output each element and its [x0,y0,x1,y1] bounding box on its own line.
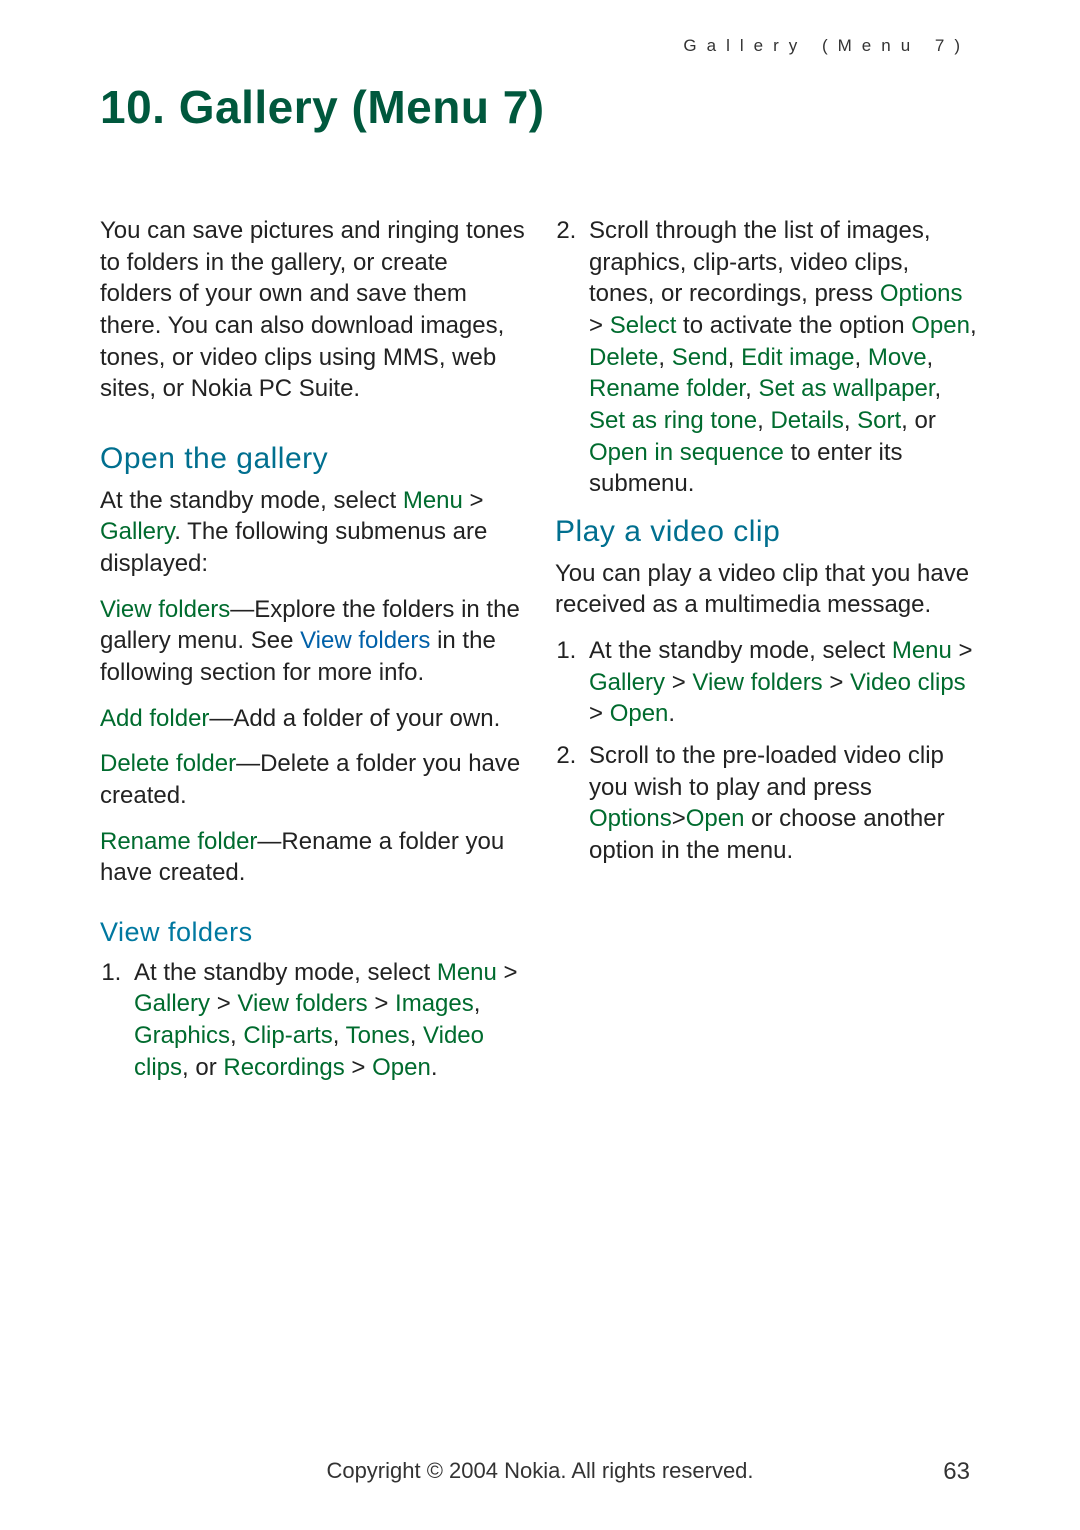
menu-option: Open [911,312,970,339]
label-rename-folder: Rename folder [100,828,257,855]
menu-option: Options [589,805,672,832]
play-video-intro: You can play a video clip that you have … [555,558,980,621]
text: , or [901,407,936,434]
text: , [745,375,758,402]
list-item: At the standby mode, select Menu > Galle… [583,635,980,730]
label-add-folder: Add folder [100,705,209,732]
menu-option: Set as ring tone [589,407,757,434]
text: , [658,344,671,371]
list-item: Scroll to the pre-loaded video clip you … [583,740,980,867]
text: , [935,375,942,402]
menu-path: View folders [237,990,367,1017]
link-view-folders[interactable]: View folders [300,627,430,654]
menu-option: Select [610,312,677,339]
menu-option: Set as wallpaper [758,375,934,402]
text: At the standby mode, select [134,959,437,986]
menu-option: Rename folder [589,375,745,402]
view-folders-steps: At the standby mode, select Menu > Galle… [100,957,525,1084]
menu-path: Gallery [589,669,665,696]
menu-option: Tones [346,1022,410,1049]
text: , [333,1022,346,1049]
text: > [210,990,237,1017]
text: . [668,700,675,727]
text: , [728,344,741,371]
menu-option: Clip-arts [243,1022,332,1049]
chapter-title: 10. Gallery (Menu 7) [100,80,545,134]
submenu-add-folder: Add folder—Add a folder of your own. [100,703,525,735]
text: . [431,1054,438,1081]
menu-option: Open [686,805,745,832]
heading-play-video: Play a video clip [555,512,980,552]
view-folders-steps-cont: Scroll through the list of images, graph… [555,215,980,500]
menu-option: Edit image [741,344,854,371]
menu-option: Move [868,344,927,371]
text: > [368,990,395,1017]
text: > [672,805,686,832]
text: , or [182,1054,223,1081]
text: At the standby mode, select [100,487,403,514]
running-header: Gallery (Menu 7) [683,36,970,56]
page-number: 63 [943,1458,970,1486]
menu-path: Menu [892,637,952,664]
menu-option: Sort [857,407,901,434]
menu-option: Send [672,344,728,371]
text: Scroll to the pre-loaded video clip you … [589,742,944,801]
menu-option: Open [372,1054,431,1081]
text: > [463,487,484,514]
menu-path-gallery: Gallery [100,518,174,545]
footer-copyright: Copyright © 2004 Nokia. All rights reser… [0,1458,1080,1484]
submenu-view-folders: View folders—Explore the folders in the … [100,594,525,689]
text: > [345,1054,372,1081]
column-right: Scroll through the list of images, graph… [555,215,980,1095]
heading-open-gallery: Open the gallery [100,439,525,479]
menu-path: View folders [692,669,822,696]
text: —Add a folder of your own. [209,705,500,732]
menu-path: Gallery [134,990,210,1017]
label-delete-folder: Delete folder [100,750,236,777]
text: , [970,312,977,339]
body-columns: You can save pictures and ringing tones … [100,215,980,1095]
menu-path: Video clips [850,669,966,696]
text: , [927,344,934,371]
text: > [589,700,610,727]
menu-option: Details [770,407,843,434]
menu-path: Menu [437,959,497,986]
submenu-rename-folder: Rename folder—Rename a folder you have c… [100,826,525,889]
text: , [855,344,868,371]
list-item: Scroll through the list of images, graph… [583,215,980,500]
text: , [844,407,857,434]
text: to activate the option [676,312,911,339]
menu-option: Delete [589,344,658,371]
list-item: At the standby mode, select Menu > Galle… [128,957,525,1084]
intro-paragraph: You can save pictures and ringing tones … [100,215,525,405]
text: , [474,990,481,1017]
menu-option: Open [610,700,669,727]
menu-option: Open in sequence [589,439,784,466]
text: > [497,959,518,986]
text: > [952,637,973,664]
text: At the standby mode, select [589,637,892,664]
menu-option: Recordings [223,1054,344,1081]
menu-option: Graphics [134,1022,230,1049]
menu-path-menu: Menu [403,487,463,514]
text: , [410,1022,423,1049]
text: , [757,407,770,434]
text: > [823,669,850,696]
text: > [589,312,610,339]
text: > [665,669,692,696]
menu-option: Options [880,280,963,307]
play-video-steps: At the standby mode, select Menu > Galle… [555,635,980,867]
heading-view-folders: View folders [100,915,525,951]
open-gallery-lead: At the standby mode, select Menu > Galle… [100,485,525,580]
column-left: You can save pictures and ringing tones … [100,215,525,1095]
menu-option: Images [395,990,474,1017]
submenu-delete-folder: Delete folder—Delete a folder you have c… [100,748,525,811]
label-view-folders: View folders [100,596,230,623]
text: , [230,1022,243,1049]
